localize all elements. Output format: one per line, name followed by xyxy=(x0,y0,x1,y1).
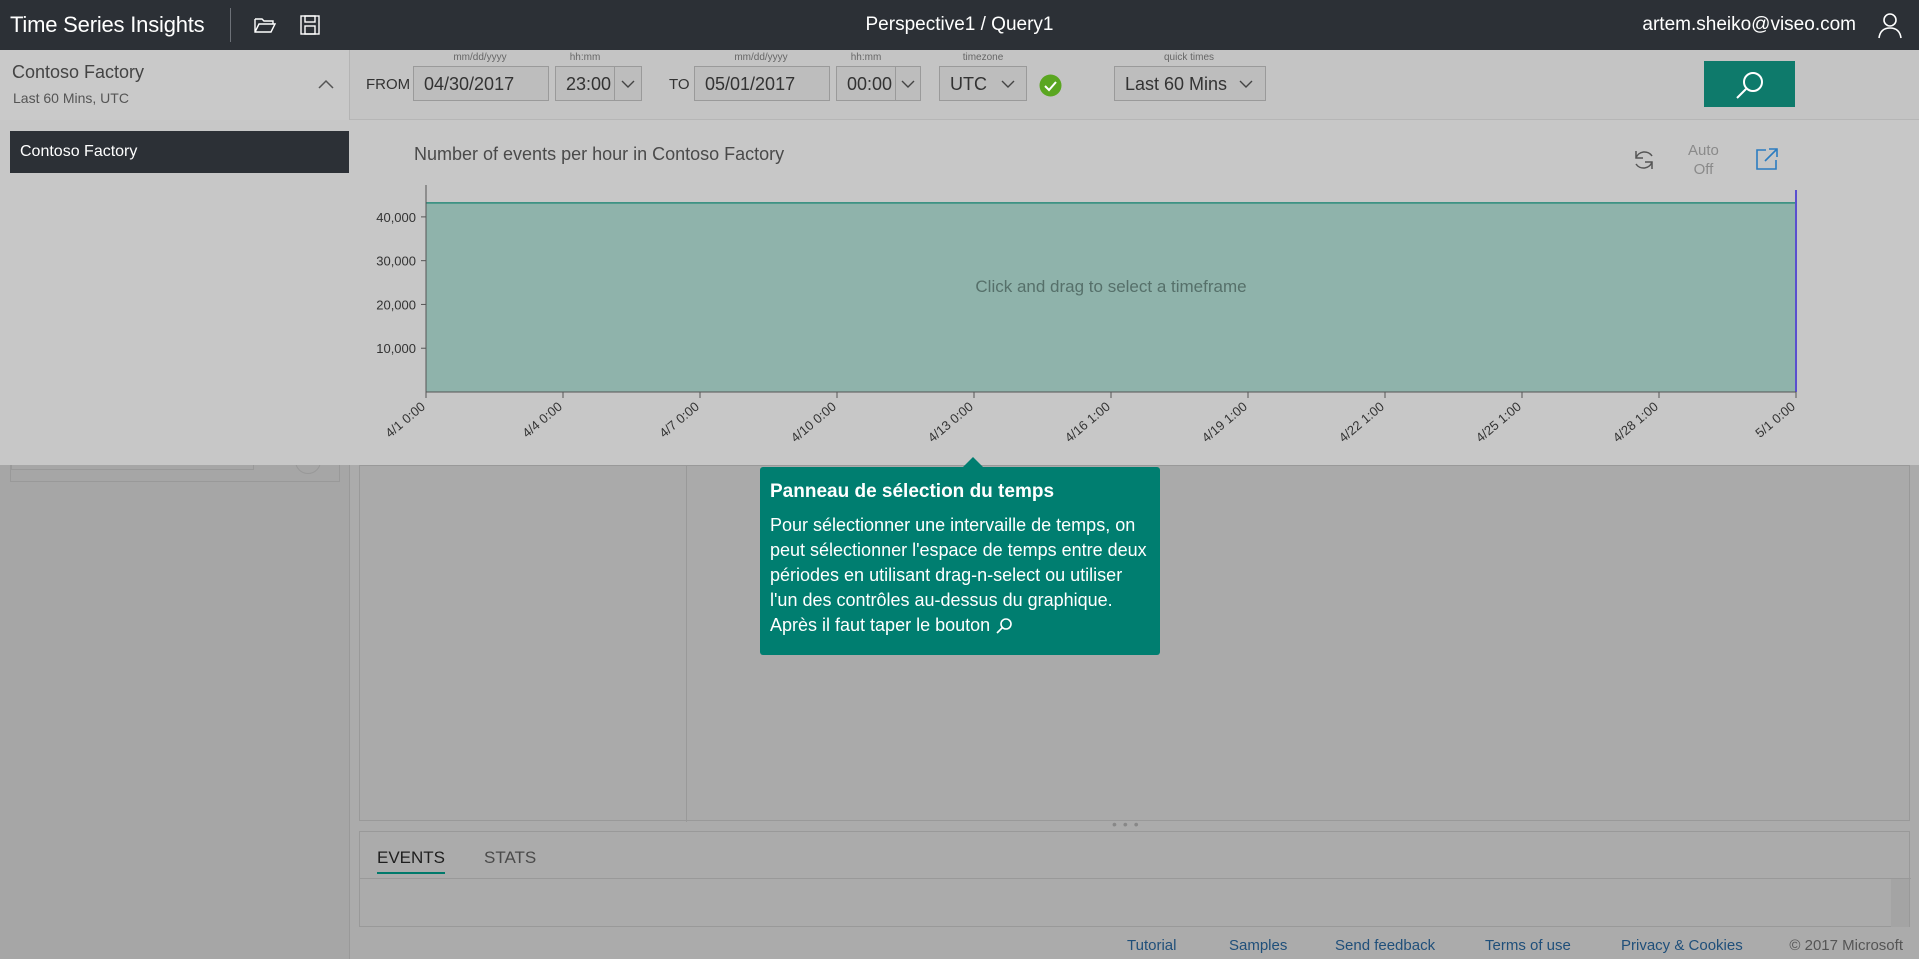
breadcrumb[interactable]: Perspective1 / Query1 xyxy=(0,14,1919,36)
environment-subtitle: Last 60 Mins, UTC xyxy=(13,90,129,106)
y-tick-label: 30,000 xyxy=(376,254,416,269)
chevron-down-icon[interactable] xyxy=(620,76,636,92)
y-tick-label: 40,000 xyxy=(376,210,416,225)
to-time-caption: hh:mm xyxy=(850,52,882,63)
chevron-down-icon[interactable] xyxy=(1238,76,1254,92)
title-divider xyxy=(230,8,231,42)
chevron-up-icon[interactable] xyxy=(316,74,336,94)
search-button[interactable] xyxy=(1704,61,1795,107)
results-splitter xyxy=(686,466,687,822)
chevron-down-icon[interactable] xyxy=(1000,76,1016,92)
from-time-divider xyxy=(614,66,615,101)
auto-label: Auto xyxy=(1688,142,1719,159)
tooltip-text: Pour sélectionner une intervaille de tem… xyxy=(770,515,1147,635)
footer-link-privacy[interactable]: Privacy & Cookies xyxy=(1621,937,1743,954)
search-icon xyxy=(995,617,1013,635)
tabs-divider xyxy=(360,878,1911,879)
footer-link-samples[interactable]: Samples xyxy=(1229,937,1287,954)
from-time-caption: hh:mm xyxy=(569,52,601,63)
tab-events[interactable]: EVENTS xyxy=(377,848,446,874)
top-bar: Time Series Insights Perspective1 / Quer… xyxy=(0,0,1919,50)
from-date-caption: mm/dd/yyyy xyxy=(453,52,507,63)
app-title: Time Series Insights xyxy=(10,12,205,37)
to-time-value: 00:00 xyxy=(847,74,893,94)
save-icon[interactable] xyxy=(298,13,322,37)
timezone-value: UTC xyxy=(950,74,987,94)
chevron-down-icon[interactable] xyxy=(900,76,916,92)
y-tick-label: 10,000 xyxy=(376,341,416,356)
check-circle-icon xyxy=(1039,74,1062,97)
chart-title: Number of events per hour in Contoso Fac… xyxy=(414,144,785,164)
tutorial-tooltip: Panneau de sélection du temps Pour sélec… xyxy=(760,457,1160,655)
footer-link-feedback[interactable]: Send feedback xyxy=(1335,937,1435,954)
tab-stats[interactable]: STATS xyxy=(484,848,536,868)
copyright: © 2017 Microsoft xyxy=(1789,937,1903,954)
to-time-divider xyxy=(895,66,896,101)
timezone-caption: timezone xyxy=(962,52,1004,63)
from-label: FROM xyxy=(366,76,411,93)
open-folder-icon[interactable] xyxy=(253,13,277,37)
from-date-input[interactable]: 04/30/2017 xyxy=(413,66,549,101)
pop-out-icon[interactable] xyxy=(1754,146,1780,172)
footer-link-terms[interactable]: Terms of use xyxy=(1485,937,1571,954)
footer-link-tutorial[interactable]: Tutorial xyxy=(1127,937,1176,954)
resize-handle[interactable]: ••• xyxy=(1112,816,1145,832)
user-email[interactable]: artem.sheiko@viseo.com xyxy=(1642,14,1856,36)
tooltip-body: Pour sélectionner une intervaille de tem… xyxy=(770,513,1150,638)
series-area xyxy=(426,202,1796,392)
tooltip-title: Panneau de sélection du temps xyxy=(770,481,1055,502)
to-date-input[interactable]: 05/01/2017 xyxy=(694,66,830,101)
environment-header[interactable]: Contoso Factory Last 60 Mins, UTC xyxy=(0,50,350,120)
environment-name: Contoso Factory xyxy=(12,62,145,82)
scrollbar[interactable] xyxy=(1891,879,1909,927)
to-date-caption: mm/dd/yyyy xyxy=(734,52,788,63)
auto-refresh-toggle[interactable]: Auto Off xyxy=(1688,141,1719,179)
to-label: TO xyxy=(669,76,690,93)
auto-state: Off xyxy=(1693,161,1714,178)
refresh-icon[interactable] xyxy=(1631,147,1657,173)
from-time-value: 23:00 xyxy=(566,74,612,94)
quick-times-caption: quick times xyxy=(1163,52,1214,63)
user-icon[interactable] xyxy=(1875,10,1905,40)
environment-list-item[interactable]: Contoso Factory xyxy=(10,131,349,173)
bottom-tabs-panel: EVENTS STATS xyxy=(359,831,1911,927)
y-tick-label: 20,000 xyxy=(376,297,416,312)
chart-hint: Click and drag to select a timeframe xyxy=(975,277,1246,296)
quick-times-value: Last 60 Mins xyxy=(1125,74,1228,94)
search-icon xyxy=(1736,72,1763,99)
